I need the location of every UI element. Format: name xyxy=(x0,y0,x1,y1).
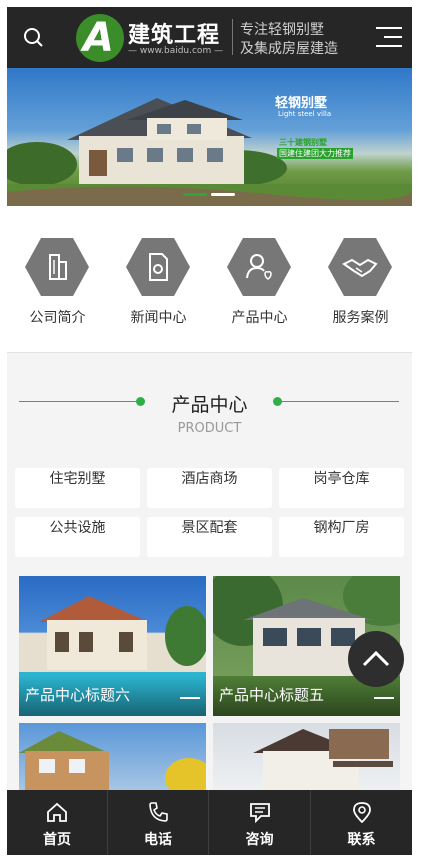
product-card[interactable]: 产品中心标题六 xyxy=(19,576,206,716)
back-to-top-button[interactable] xyxy=(348,631,404,687)
bottom-nav-label: 咨询 xyxy=(245,832,274,848)
bottom-nav-consult[interactable]: 咨询 xyxy=(209,790,310,855)
quick-nav: 公司简介 新闻中心 产品中心 服务案例 xyxy=(7,206,412,353)
chevron-up-icon xyxy=(362,650,390,667)
nav-label: 公司简介 xyxy=(29,310,86,326)
nav-product-center[interactable]: 产品中心 xyxy=(209,206,310,352)
phone-icon xyxy=(149,802,168,822)
home-icon xyxy=(47,802,67,822)
category-button[interactable]: 酒店商场 xyxy=(147,468,272,508)
slogan-line-2: 及集成房屋建造 xyxy=(240,41,338,57)
mobile-page: A 建筑工程 — www.baidu.com — 专注轻钢别墅 及集成房屋建造 xyxy=(7,7,412,855)
banner-tagline-2: 国建住建团大力推荐 xyxy=(277,148,353,159)
nav-service-cases[interactable]: 服务案例 xyxy=(310,206,411,352)
banner-dot-2[interactable] xyxy=(211,193,235,196)
product-card[interactable] xyxy=(213,723,400,790)
category-button[interactable]: 景区配套 xyxy=(147,517,272,557)
category-button[interactable]: 钢构厂房 xyxy=(279,517,404,557)
section-divider-right xyxy=(279,401,399,402)
card-arrow-line xyxy=(374,697,394,699)
nav-label: 服务案例 xyxy=(332,310,389,326)
section-subtitle: PRODUCT xyxy=(177,421,242,436)
menu-icon[interactable] xyxy=(376,25,402,49)
bottom-nav-label: 联系 xyxy=(347,832,376,848)
section-dot-right xyxy=(273,397,282,406)
user-heart-icon xyxy=(227,238,291,296)
news-icon xyxy=(126,238,190,296)
banner-tagline-1: 三十建钢别墅 xyxy=(279,138,327,147)
building-icon xyxy=(25,238,89,296)
slogan-line-1: 专注轻钢别墅 xyxy=(240,22,324,38)
bottom-nav: 首页 电话 咨询 联系 xyxy=(7,790,412,855)
nav-label: 产品中心 xyxy=(231,310,288,326)
product-title: 产品中心标题六 xyxy=(25,686,131,704)
banner-subtitle: Light steel villa xyxy=(278,110,332,118)
bottom-nav-home[interactable]: 首页 xyxy=(7,790,107,855)
banner-villa-image xyxy=(7,98,412,206)
card-arrow-line xyxy=(180,697,200,699)
product-card[interactable] xyxy=(19,723,206,790)
logo-divider xyxy=(232,19,233,55)
location-icon xyxy=(353,802,371,823)
header: A 建筑工程 — www.baidu.com — 专注轻钢别墅 及集成房屋建造 xyxy=(7,7,412,68)
hero-banner[interactable]: 轻钢别墅 Light steel villa 三十建钢别墅 国建住建团大力推荐 xyxy=(7,68,412,206)
nav-news-center[interactable]: 新闻中心 xyxy=(108,206,209,352)
nav-label: 新闻中心 xyxy=(130,310,187,326)
logo-mark[interactable]: A xyxy=(76,14,124,62)
handshake-icon xyxy=(328,238,392,296)
product-title: 产品中心标题五 xyxy=(219,686,325,704)
chat-icon xyxy=(250,803,270,823)
bottom-nav-phone[interactable]: 电话 xyxy=(108,790,208,855)
section-title: 产品中心 xyxy=(171,394,248,416)
product-image xyxy=(253,729,393,790)
nav-company-profile[interactable]: 公司简介 xyxy=(7,206,108,352)
bottom-nav-label: 首页 xyxy=(43,832,71,848)
product-image xyxy=(19,731,206,790)
bottom-nav-label: 电话 xyxy=(144,832,172,848)
category-button[interactable]: 公共设施 xyxy=(15,517,140,557)
bottom-nav-contact[interactable]: 联系 xyxy=(311,790,412,855)
banner-title: 轻钢别墅 xyxy=(275,96,328,111)
banner-dot-1[interactable] xyxy=(183,193,207,196)
search-icon[interactable] xyxy=(23,27,43,47)
logo-letter: A xyxy=(83,15,114,61)
category-button[interactable]: 岗亭仓库 xyxy=(279,468,404,508)
category-button[interactable]: 住宅别墅 xyxy=(15,468,140,508)
logo-url: — www.baidu.com — xyxy=(128,46,224,56)
logo-title[interactable]: 建筑工程 xyxy=(128,17,220,49)
